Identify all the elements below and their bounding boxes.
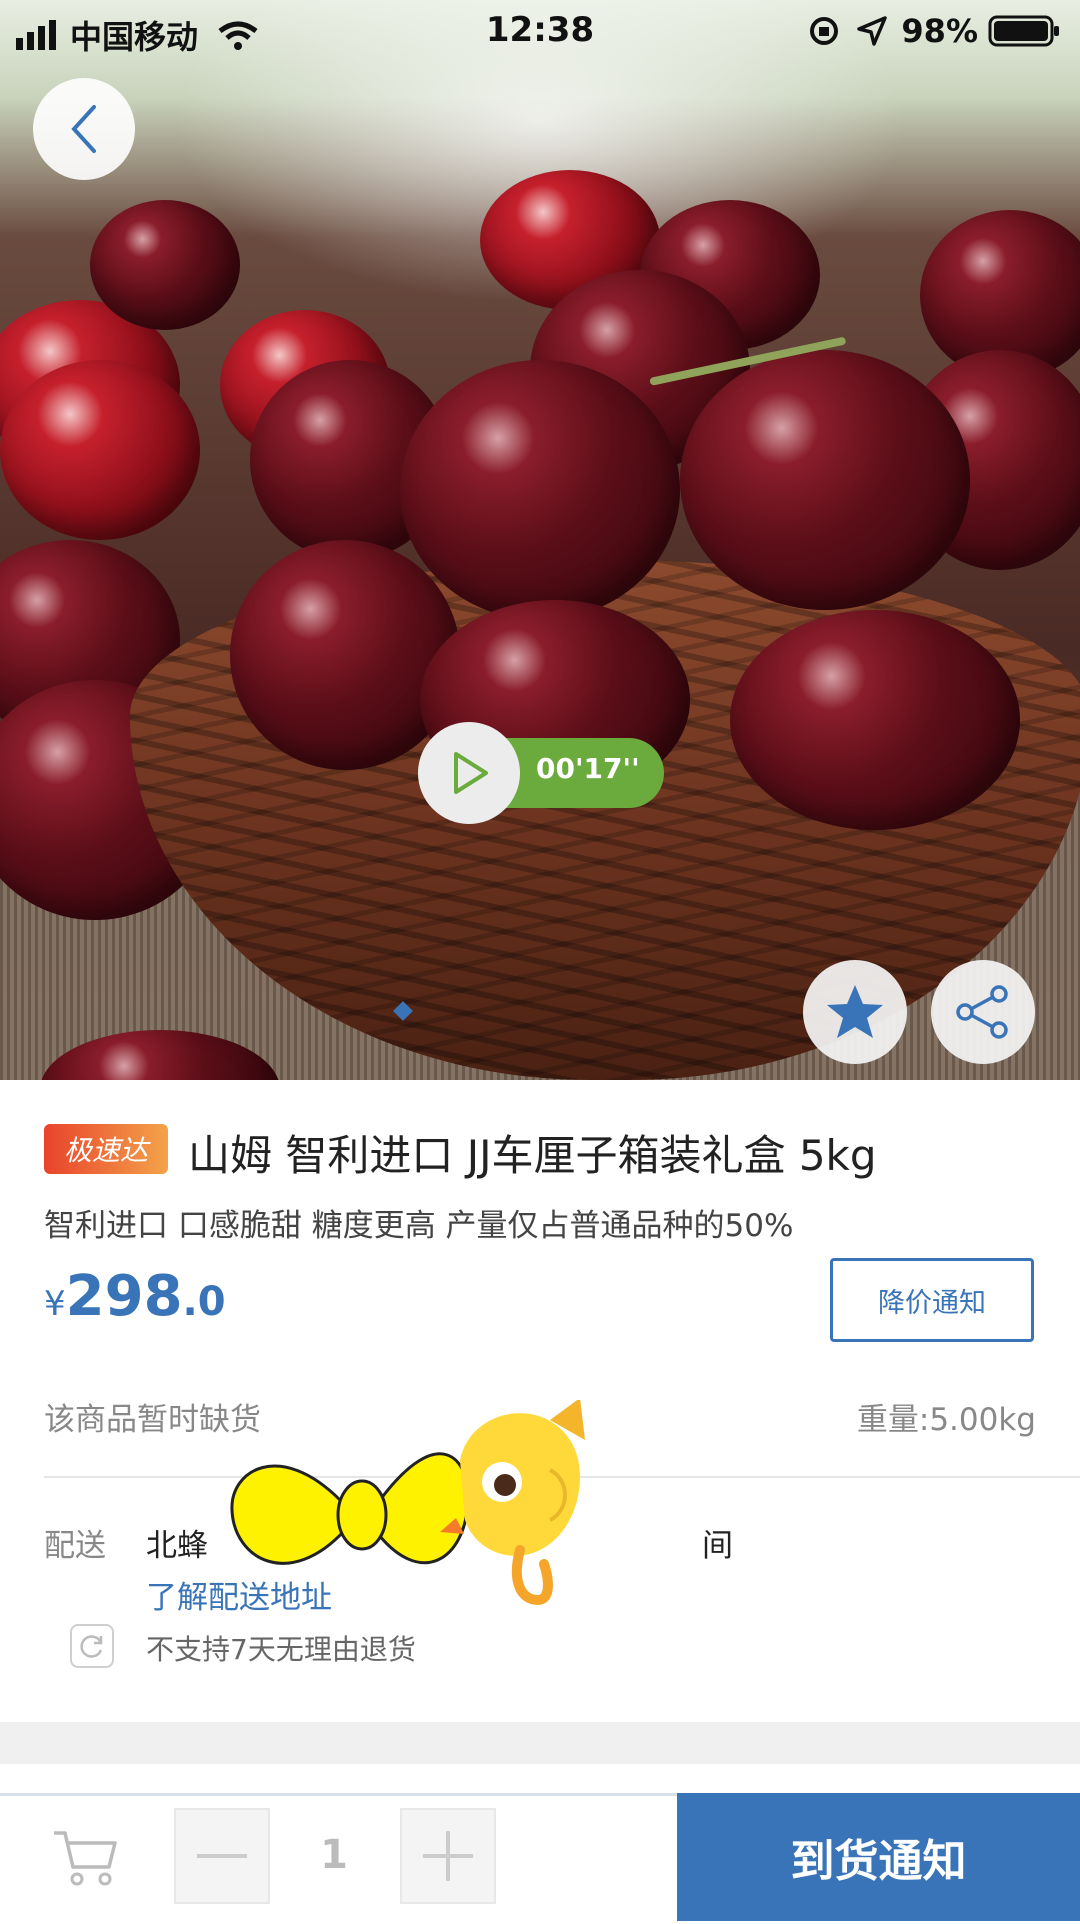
video-duration: 00'17''	[536, 752, 640, 785]
price-integer: 298	[65, 1264, 183, 1329]
section-separator	[0, 1722, 1080, 1764]
delivery-text-start: 北蜂	[146, 1528, 208, 1564]
yellow-bow-icon	[230, 1452, 470, 1565]
cherry	[680, 350, 970, 610]
star-icon	[827, 985, 883, 1038]
product-weight: 重量:5.00kg	[856, 1402, 1036, 1438]
cherry	[0, 360, 200, 540]
express-badge: 极速达	[44, 1124, 168, 1174]
back-button[interactable]	[33, 78, 135, 180]
status-bar-left: 中国移动	[16, 12, 260, 58]
battery-percent: 98%	[901, 12, 978, 50]
price-drop-notify-button[interactable]: 降价通知	[830, 1258, 1034, 1342]
play-video-button[interactable]	[418, 722, 520, 824]
status-bar-right: 98%	[807, 12, 1062, 50]
cherry	[730, 610, 1020, 830]
share-icon	[956, 985, 1008, 1039]
product-subtitle: 智利进口 口感脆甜 糖度更高 产量仅占普通品种的50%	[44, 1208, 794, 1244]
quantity-decrease-button[interactable]	[174, 1808, 270, 1904]
plus-icon	[423, 1831, 473, 1881]
cherry	[400, 360, 680, 620]
chevron-left-icon	[71, 105, 96, 153]
favorite-button[interactable]	[803, 960, 907, 1064]
cart-icon	[54, 1831, 117, 1886]
cherry	[230, 540, 460, 770]
cart-button[interactable]	[48, 1820, 124, 1896]
play-icon	[454, 752, 488, 794]
clock: 12:38	[485, 10, 595, 50]
delivery-text-end: 间	[702, 1528, 733, 1564]
price-currency-symbol: ¥	[44, 1284, 66, 1324]
share-button[interactable]	[931, 960, 1035, 1064]
product-price: ¥298.0	[44, 1264, 226, 1329]
product-title: 山姆 智利进口 JJ车厘子箱装礼盒 5kg	[188, 1131, 877, 1180]
duck-bow-sticker	[230, 1400, 585, 1606]
cherry	[90, 200, 240, 330]
return-policy-icon	[70, 1624, 114, 1668]
rotation-lock-icon	[810, 17, 839, 45]
product-image[interactable]	[0, 0, 1080, 1080]
price-decimal: .0	[182, 1279, 226, 1325]
arrival-notify-button[interactable]: 到货通知	[677, 1793, 1080, 1921]
carrier-name: 中国移动	[70, 18, 199, 56]
signal-icon	[16, 20, 56, 50]
delivery-label: 配送	[44, 1528, 106, 1564]
location-icon	[857, 16, 888, 46]
refresh-icon	[80, 1635, 103, 1658]
quantity-increase-button[interactable]	[400, 1808, 496, 1904]
return-policy-text: 不支持7天无理由退货	[146, 1633, 416, 1666]
quantity-value: 1	[320, 1832, 348, 1878]
wifi-icon	[218, 21, 258, 50]
battery-icon	[988, 15, 1059, 47]
minus-icon	[197, 1854, 247, 1858]
